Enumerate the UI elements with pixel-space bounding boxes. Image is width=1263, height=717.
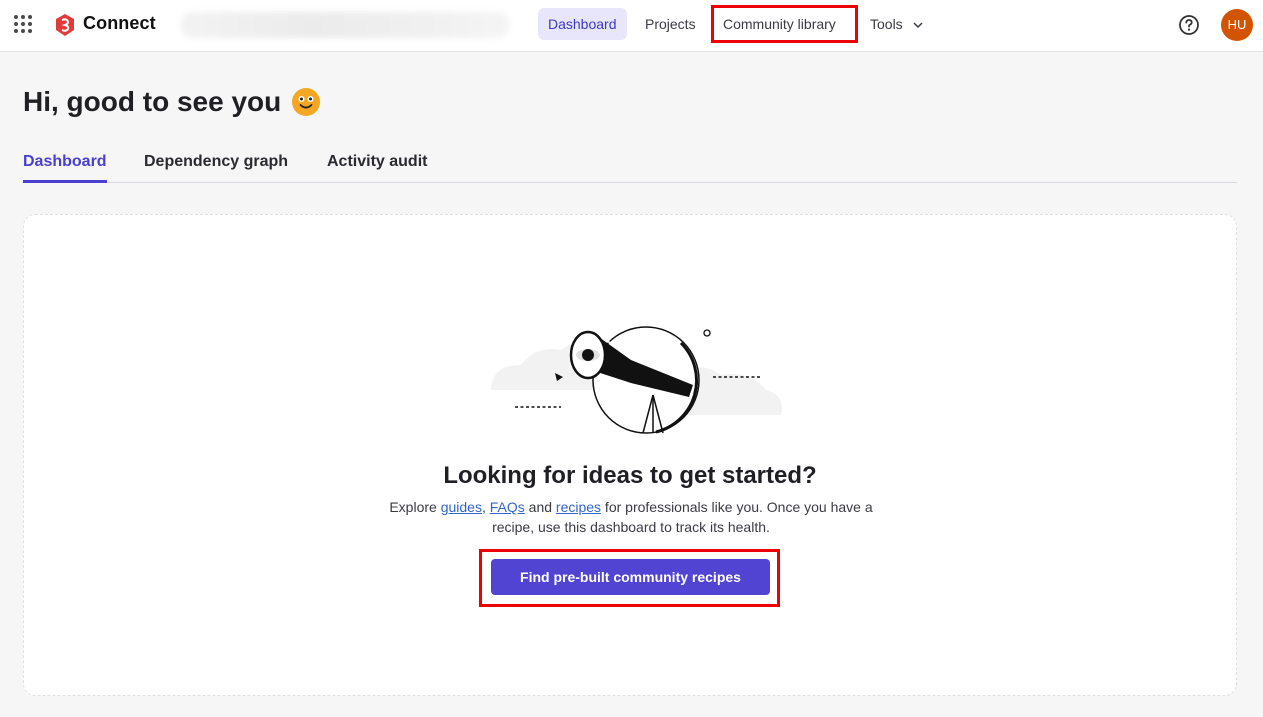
recipes-link[interactable]: recipes xyxy=(556,499,601,515)
page-title: Hi, good to see you xyxy=(23,86,321,118)
tab-dashboard[interactable]: Dashboard xyxy=(23,153,107,183)
nav-community-library[interactable]: Community library xyxy=(713,8,846,40)
brand-name: Connect xyxy=(83,13,156,33)
empty-state-title: Looking for ideas to get started? xyxy=(443,462,817,489)
top-navigation-bar: Connect Dashboard Projects Community lib… xyxy=(0,0,1263,52)
dashboard-tabs: Dashboard Dependency graph Activity audi… xyxy=(23,148,1237,183)
tab-dependency-graph[interactable]: Dependency graph xyxy=(144,153,288,180)
guides-link[interactable]: guides xyxy=(441,499,482,515)
nav-projects[interactable]: Projects xyxy=(635,8,706,40)
greeting-text: Hi, good to see you xyxy=(23,86,282,117)
find-community-recipes-button[interactable]: Find pre-built community recipes xyxy=(491,559,770,595)
blurred-workspace-selector[interactable] xyxy=(180,12,510,38)
empty-state-card: Looking for ideas to get started? Explor… xyxy=(23,214,1237,696)
desc-text: Explore xyxy=(389,499,441,515)
chevron-down-icon xyxy=(913,22,923,29)
tab-activity-audit[interactable]: Activity audit xyxy=(327,153,427,180)
empty-state-description: Explore guides, FAQs and recipes for pro… xyxy=(374,497,888,537)
telescope-illustration-icon xyxy=(491,326,782,434)
smiley-icon xyxy=(292,88,321,116)
app-launcher-grid-icon[interactable] xyxy=(14,15,32,33)
question-circle-icon[interactable] xyxy=(1178,14,1200,36)
nav-dashboard[interactable]: Dashboard xyxy=(538,8,627,40)
nav-tools[interactable]: Tools xyxy=(860,8,933,40)
desc-text: and xyxy=(524,499,556,515)
user-avatar[interactable]: HU xyxy=(1221,9,1253,41)
nav-tools-label: Tools xyxy=(870,16,903,32)
desc-text: , xyxy=(481,499,490,515)
connect-logo-icon xyxy=(56,14,74,36)
faqs-link[interactable]: FAQs xyxy=(490,499,525,515)
